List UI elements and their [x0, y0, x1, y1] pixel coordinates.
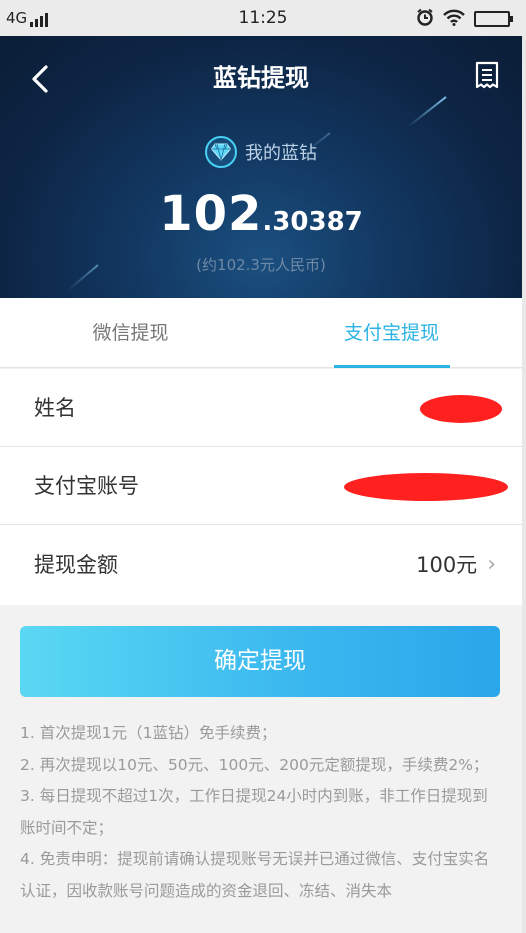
status-icons [416, 8, 513, 30]
bill-list-icon [475, 61, 499, 89]
amount-selector[interactable]: 100元 › [416, 525, 496, 605]
balance-integer: 102 [159, 186, 263, 242]
bill-button[interactable] [474, 60, 500, 90]
wifi-icon [443, 9, 465, 30]
right-edge-divider [522, 36, 526, 933]
alipay-account-field[interactable]: 支付宝账号 [0, 447, 522, 525]
status-bar: 4G 11:25 [0, 0, 526, 36]
rmb-equivalent: (约102.3元人民币) [196, 256, 326, 274]
alarm-icon [416, 8, 434, 30]
decorative-meteor [407, 96, 447, 128]
tab-wechat-withdraw[interactable]: 微信提现 [0, 298, 261, 368]
tab-alipay-withdraw[interactable]: 支付宝提现 [261, 298, 522, 368]
wallet-label-text: 我的蓝钻 [245, 143, 317, 164]
amount-value: 100元 [416, 553, 478, 577]
redacted-name [420, 395, 502, 423]
redacted-account [344, 473, 508, 501]
rule-item: 4. 免责申明：提现前请确认提现账号无误并已通过微信、支付宝实名认证，因收款账号… [20, 850, 490, 900]
withdraw-tabs: 微信提现 支付宝提现 [0, 298, 522, 368]
tab-label: 支付宝提现 [343, 322, 439, 344]
name-label: 姓名 [34, 396, 76, 420]
rule-item: 1. 首次提现1元（1蓝钻）免手续费； [20, 724, 277, 742]
rule-item: 2. 再次提现以10元、50元、100元、200元定额提现，手续费2%； [20, 755, 489, 774]
withdraw-form: 姓名 支付宝账号 提现金额 100元 › [0, 369, 522, 605]
amount-field[interactable]: 提现金额 100元 › [0, 525, 522, 605]
chevron-right-icon: › [487, 552, 496, 577]
battery-icon [474, 11, 513, 27]
tab-label: 微信提现 [92, 322, 169, 344]
rule-item: 3. 每日提现不超过1次，工作日提现24小时内到账，非工作日提现到账时间不定； [20, 787, 488, 837]
balance-amount: 102.30387 [0, 186, 522, 242]
diamond-icon [205, 136, 237, 168]
confirm-withdraw-button[interactable]: 确定提现 [20, 626, 500, 697]
active-tab-indicator [334, 365, 450, 368]
balance-header: 蓝钻提现 我的蓝钻 102.30387 (约102.3元人民币) [0, 36, 522, 298]
wallet-label: 我的蓝钻 [0, 136, 522, 168]
page-title: 蓝钻提现 [213, 64, 309, 92]
account-label: 支付宝账号 [34, 474, 139, 498]
withdraw-rules: 1. 首次提现1元（1蓝钻）免手续费； 2. 再次提现以10元、50元、100元… [20, 718, 500, 907]
balance-decimal: .30387 [262, 207, 363, 237]
name-field[interactable]: 姓名 [0, 369, 522, 447]
amount-label: 提现金额 [34, 553, 118, 577]
